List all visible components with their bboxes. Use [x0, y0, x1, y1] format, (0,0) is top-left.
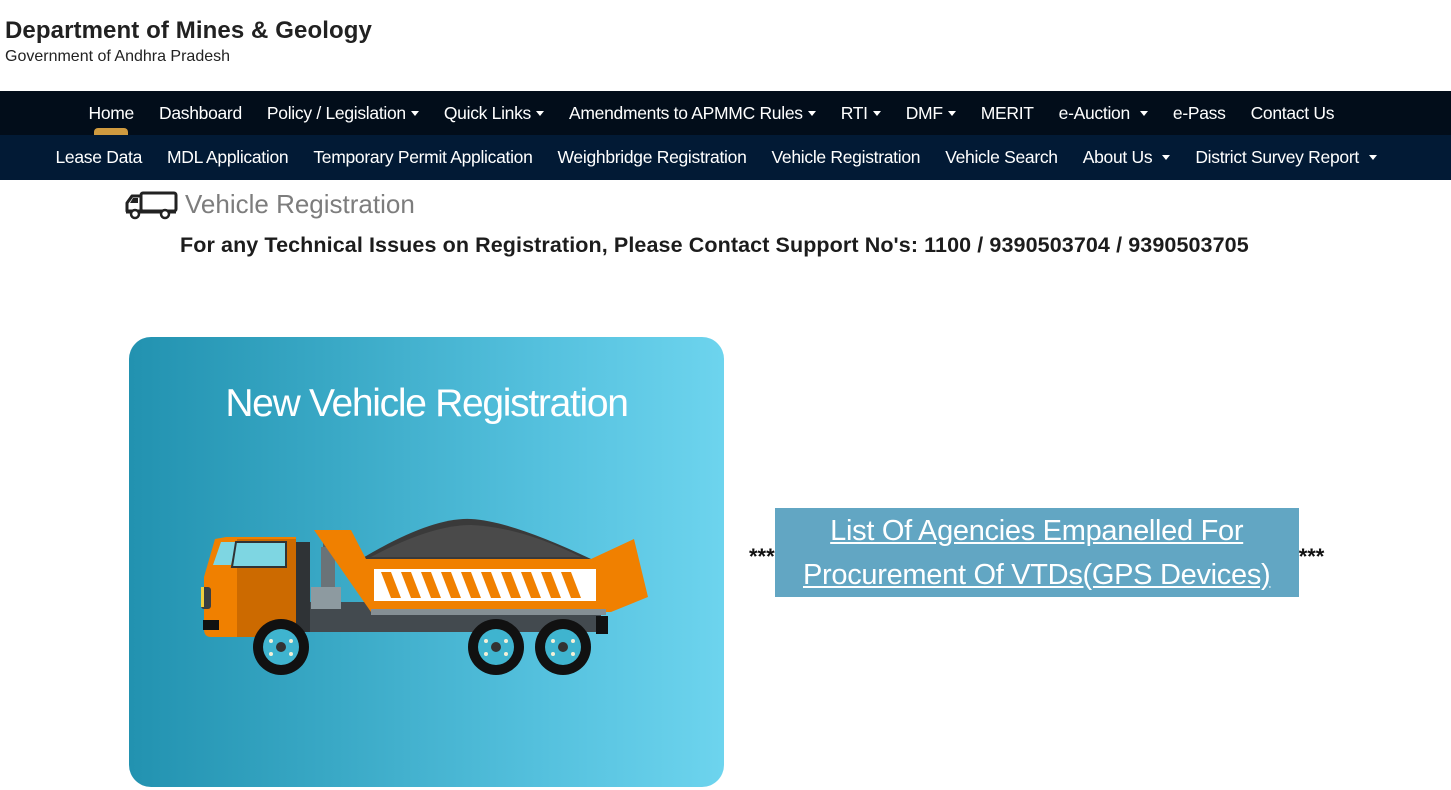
nav-amendments-label: Amendments to APMMC Rules — [569, 102, 803, 123]
nav-policy-label: Policy / Legislation — [266, 102, 406, 123]
nav-e-pass-label: e-Pass — [1172, 102, 1226, 123]
caret-down-icon — [1139, 110, 1148, 116]
secondary-navbar: Lease Data MDL Application Temporary Per… — [0, 135, 1451, 180]
nav-lease-data[interactable]: Lease Data — [43, 147, 155, 168]
nav-vehicle-registration-label: Vehicle Registration — [771, 147, 921, 167]
nav-quick-links-label: Quick Links — [443, 102, 532, 123]
support-contact-notice: For any Technical Issues on Registration… — [180, 233, 1249, 257]
site-brand: Department of Mines & Geology Government… — [5, 17, 372, 67]
nav-dashboard[interactable]: Dashboard — [146, 103, 254, 124]
nav-home-label: Home — [88, 102, 135, 123]
nav-quick-links[interactable]: Quick Links — [431, 103, 556, 124]
nav-contact-us[interactable]: Contact Us — [1238, 103, 1347, 124]
nav-district-survey-label: District Survey Report — [1195, 147, 1359, 167]
nav-mdl-application-label: MDL Application — [167, 147, 289, 167]
card-title: New Vehicle Registration — [225, 382, 629, 425]
nav-dashboard-label: Dashboard — [158, 102, 242, 123]
nav-home[interactable]: Home — [76, 103, 146, 124]
nav-e-auction-label: e-Auction — [1058, 102, 1131, 123]
caret-down-icon — [1162, 155, 1171, 160]
caret-down-icon — [536, 110, 545, 116]
primary-navbar: Home Dashboard Policy / Legislation Quic… — [0, 91, 1451, 135]
nav-e-auction[interactable]: e-Auction — [1046, 103, 1160, 124]
stars-suffix: *** — [1298, 543, 1325, 569]
nav-e-pass[interactable]: e-Pass — [1160, 103, 1238, 124]
site-subtitle: Government of Andhra Pradesh — [5, 48, 231, 65]
nav-rti-label: RTI — [840, 102, 868, 123]
caret-down-icon — [872, 110, 881, 116]
nav-weighbridge-label: Weighbridge Registration — [557, 147, 747, 167]
page-heading: Vehicle Registration — [124, 189, 415, 220]
nav-policy-legislation[interactable]: Policy / Legislation — [254, 103, 431, 124]
dump-truck-illustration — [201, 518, 648, 675]
nav-amendments[interactable]: Amendments to APMMC Rules — [557, 103, 829, 124]
nav-vehicle-registration[interactable]: Vehicle Registration — [759, 147, 933, 168]
nav-dmf[interactable]: DMF — [893, 103, 968, 124]
caret-down-icon — [947, 110, 956, 116]
caret-down-icon — [1368, 155, 1377, 160]
nav-vehicle-search[interactable]: Vehicle Search — [933, 147, 1071, 168]
nav-merit[interactable]: MERIT — [968, 103, 1046, 124]
wheel — [468, 619, 524, 675]
caret-down-icon — [807, 110, 816, 116]
nav-mdl-application[interactable]: MDL Application — [155, 147, 301, 168]
nav-temporary-permit-label: Temporary Permit Application — [313, 147, 533, 167]
nav-district-survey-report[interactable]: District Survey Report — [1183, 147, 1390, 168]
wheel — [535, 619, 591, 675]
nav-lease-data-label: Lease Data — [55, 147, 143, 167]
nav-weighbridge-registration[interactable]: Weighbridge Registration — [545, 147, 759, 168]
nav-contact-us-label: Contact Us — [1250, 102, 1335, 123]
truck-icon — [125, 191, 178, 219]
agencies-notice: *** List Of Agencies Empanelled For Proc… — [749, 508, 1324, 597]
stars-prefix: *** — [749, 543, 775, 569]
nav-vehicle-search-label: Vehicle Search — [945, 147, 1058, 167]
nav-temporary-permit[interactable]: Temporary Permit Application — [301, 147, 545, 168]
nav-about-us[interactable]: About Us — [1070, 147, 1183, 168]
nav-merit-label: MERIT — [980, 102, 1034, 123]
agencies-link-line1[interactable]: List Of Agencies Empanelled For — [830, 509, 1243, 553]
nav-dmf-label: DMF — [905, 102, 943, 123]
agencies-list-link[interactable]: List Of Agencies Empanelled For Procurem… — [774, 508, 1299, 597]
site-title: Department of Mines & Geology — [5, 17, 372, 44]
page-title: Vehicle Registration — [185, 189, 415, 219]
agencies-link-line2[interactable]: Procurement Of VTDs(GPS Devices) — [803, 553, 1271, 597]
new-vehicle-registration-card[interactable]: New Vehicle Registration — [129, 337, 724, 787]
nav-about-us-label: About Us — [1082, 147, 1153, 167]
nav-rti[interactable]: RTI — [828, 103, 893, 124]
wheel — [253, 619, 309, 675]
caret-down-icon — [410, 110, 419, 116]
